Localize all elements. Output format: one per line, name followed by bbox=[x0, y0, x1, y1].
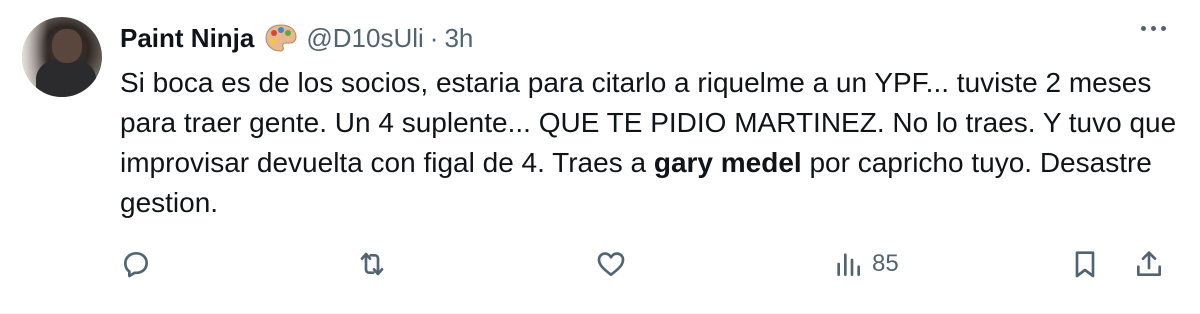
reply-icon bbox=[124, 252, 148, 278]
tweet-timestamp[interactable]: 3h bbox=[444, 23, 473, 54]
share-icon bbox=[1137, 251, 1161, 276]
views-count: 85 bbox=[872, 250, 899, 277]
tweet-text-bold: gary medel bbox=[653, 147, 802, 178]
heart-icon bbox=[597, 252, 625, 276]
avatar-face bbox=[52, 29, 82, 63]
tweet-header: Paint Ninja @D10sUli · 3h bbox=[120, 18, 473, 58]
bookmark-icon bbox=[1075, 251, 1095, 278]
avatar[interactable] bbox=[22, 17, 102, 97]
artist-palette-icon bbox=[264, 23, 298, 53]
share-button[interactable] bbox=[1133, 248, 1165, 280]
more-dot bbox=[1141, 26, 1146, 31]
tweet-text: Si boca es de los socios, estaria para c… bbox=[120, 63, 1180, 223]
more-options-icon[interactable] bbox=[1141, 26, 1166, 31]
views-button[interactable]: 85 bbox=[832, 248, 899, 280]
reply-button[interactable] bbox=[120, 248, 152, 280]
retweet-icon bbox=[360, 252, 384, 276]
header-separator: · bbox=[429, 22, 439, 53]
views-icon bbox=[837, 253, 860, 276]
author-handle[interactable]: @D10sUli bbox=[306, 23, 423, 54]
tweet-actions: 85 bbox=[0, 248, 1200, 292]
like-button[interactable] bbox=[595, 248, 627, 280]
retweet-button[interactable] bbox=[356, 248, 388, 280]
avatar-body bbox=[36, 59, 96, 97]
more-dot bbox=[1161, 26, 1166, 31]
more-dot bbox=[1151, 26, 1156, 31]
bookmark-button[interactable] bbox=[1069, 248, 1101, 280]
tweet[interactable]: Paint Ninja @D10sUli · 3h Si boca es de … bbox=[0, 0, 1200, 314]
author-name[interactable]: Paint Ninja bbox=[120, 23, 254, 54]
